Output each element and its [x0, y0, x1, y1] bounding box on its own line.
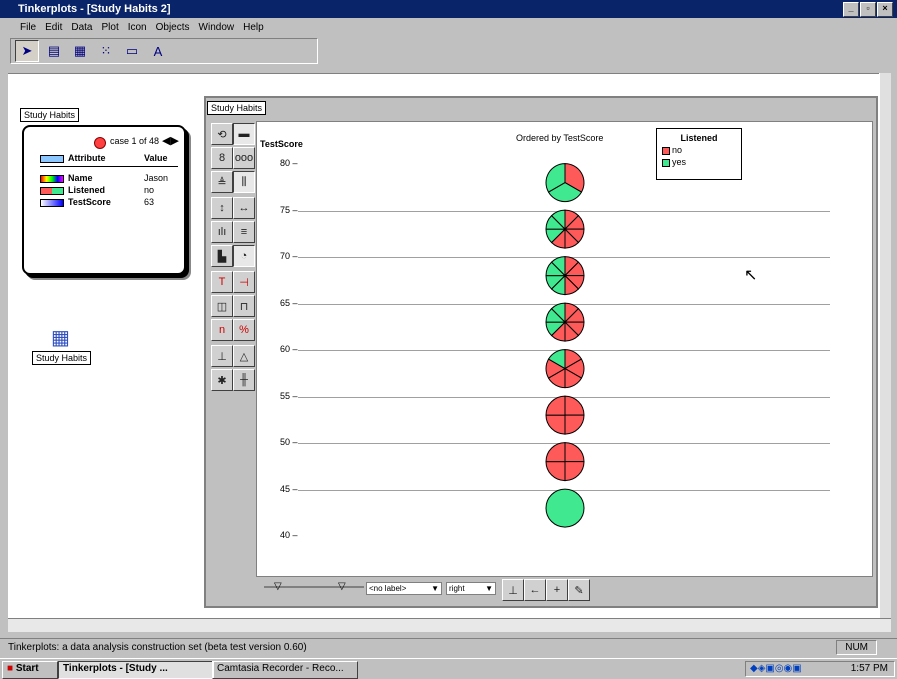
taskbar: ■ Start Tinkerplots - [Study ... Camtasi… [0, 658, 897, 679]
num-lock-indicator: NUM [836, 640, 877, 655]
align-select[interactable]: right ▼ [446, 582, 496, 595]
pie-slice[interactable] [545, 488, 585, 528]
legend-yes-swatch [662, 159, 670, 167]
pie-slice[interactable] [564, 414, 585, 435]
start-button[interactable]: ■ Start [2, 661, 58, 679]
status-bar: Tinkerplots: a data analysis constructio… [0, 638, 897, 656]
fade-slider-thumb-icon[interactable]: ▽ [338, 581, 346, 592]
crosshair-icon[interactable]: + [546, 579, 568, 601]
legend-no-swatch [662, 147, 670, 155]
pie-slice[interactable] [564, 442, 585, 463]
windows-logo-icon: ■ [7, 663, 14, 674]
legend-title: Listened [680, 133, 718, 143]
pie-slice[interactable] [545, 414, 566, 435]
pie-bin[interactable] [545, 442, 585, 482]
system-tray: ◆◈▣◎◉▣ 1:57 PM [745, 661, 895, 677]
pie-bin[interactable] [545, 209, 585, 249]
pie-bin[interactable] [545, 488, 585, 528]
plot-controls: ▽ ▽ <no label> ▼ right ▼ ⊥ ← + ✎ [256, 577, 873, 601]
pie-layer [545, 163, 585, 528]
legend-yes-label: yes [672, 157, 687, 167]
pie-slice[interactable] [545, 461, 566, 482]
pie-slice[interactable] [545, 395, 566, 416]
mouse-cursor-icon: ↖ [744, 267, 758, 284]
pie-bin[interactable] [545, 395, 585, 435]
taskbar-item-tinkerplots[interactable]: Tinkerplots - [Study ... [58, 661, 214, 679]
pie-bin[interactable] [545, 302, 585, 342]
pie-bin[interactable] [545, 349, 585, 389]
pie-bin[interactable] [545, 256, 585, 296]
taskbar-item-camtasia[interactable]: Camtasia Recorder - Reco... [212, 661, 358, 679]
legend-no-label: no [672, 145, 683, 155]
align-select-value: right [449, 584, 465, 593]
start-label: Start [15, 663, 39, 674]
pie-slice[interactable] [564, 461, 585, 482]
highlighter-icon[interactable]: ⊥ [502, 579, 524, 601]
clock: 1:57 PM [850, 663, 888, 674]
pie-slice[interactable] [545, 442, 566, 463]
label-select[interactable]: <no label> ▼ [366, 582, 442, 595]
status-text: Tinkerplots: a data analysis constructio… [8, 642, 307, 653]
pie-bin[interactable] [545, 163, 585, 203]
arrow-left-icon[interactable]: ← [524, 579, 546, 601]
size-slider-thumb-icon[interactable]: ▽ [274, 581, 282, 592]
label-select-value: <no label> [369, 584, 407, 593]
pie-slice[interactable] [564, 395, 585, 416]
tray-icons[interactable]: ◆◈▣◎◉▣ [750, 662, 802, 676]
legend: Listened no yes [656, 128, 742, 180]
pencil-icon[interactable]: ✎ [568, 579, 590, 601]
chevron-down-icon: ▼ [431, 584, 439, 593]
chevron-down-icon: ▼ [485, 584, 493, 593]
